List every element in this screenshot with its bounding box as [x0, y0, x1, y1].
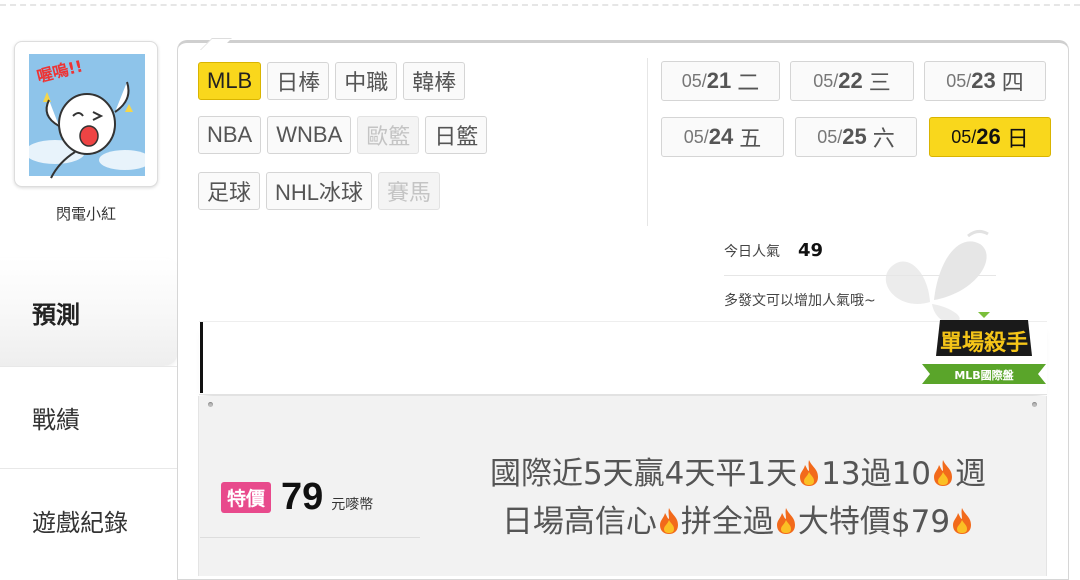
date-0522[interactable]: 05/22 三	[790, 61, 914, 101]
card-rivet	[208, 402, 213, 407]
price-value: 79	[281, 476, 324, 518]
fire-icon	[934, 460, 953, 486]
text-cursor	[200, 322, 203, 393]
date-0524[interactable]: 05/24 五	[661, 117, 784, 157]
date-weekday: 六	[872, 126, 895, 151]
panel-divider	[647, 58, 648, 226]
post-headline[interactable]: 國際近5天贏4天平1天 13過10 週 日場高信心 拼全過 大特價$79	[448, 450, 1028, 546]
league-cpbl[interactable]: 中職	[335, 62, 398, 100]
headline-text: 日場高信心	[501, 504, 657, 540]
league-kbo[interactable]: 韓棒	[403, 62, 466, 100]
date-month: 05/	[813, 70, 839, 91]
popularity-tip: 多發文可以增加人氣哦~	[724, 293, 876, 309]
league-mlb[interactable]: MLB	[198, 62, 262, 100]
date-weekday: 四	[1001, 70, 1024, 95]
price-tag: 特價 79 元嘜幣	[221, 476, 373, 519]
date-month: 05/	[951, 126, 977, 147]
date-month: 05/	[946, 70, 972, 91]
league-npb[interactable]: 日棒	[267, 62, 330, 100]
date-weekday: 五	[739, 126, 762, 151]
league-row-2: NBA WNBA 歐籃 日籃	[198, 116, 488, 154]
date-day: 23	[971, 68, 996, 93]
date-day: 22	[838, 68, 863, 93]
date-day: 25	[842, 124, 867, 149]
headline-line-2: 日場高信心 拼全過 大特價$79	[448, 498, 1028, 546]
top-dashed-divider	[0, 0, 1080, 6]
league-soccer[interactable]: 足球	[198, 172, 261, 210]
league-row-3: 足球 NHL冰球 賽馬	[198, 172, 441, 210]
date-weekday: 日	[1006, 126, 1029, 151]
user-avatar[interactable]: 喔嗚!!	[14, 41, 158, 187]
headline-text: 大特價$79	[797, 504, 951, 540]
popularity-label: 今日人氣	[724, 244, 780, 260]
popularity-divider	[724, 275, 996, 276]
league-nba[interactable]: NBA	[198, 116, 262, 154]
date-0521[interactable]: 05/21 二	[661, 61, 780, 101]
headline-text: 週	[955, 456, 987, 492]
tab-record-label: 戰績	[32, 406, 80, 434]
date-month: 05/	[681, 70, 707, 91]
price-currency: 元嘜幣	[331, 497, 374, 513]
fire-icon	[776, 508, 795, 534]
date-month: 05/	[683, 126, 709, 147]
date-weekday: 三	[868, 70, 891, 95]
date-0523[interactable]: 05/23 四	[924, 61, 1046, 101]
card-rivet	[1032, 402, 1037, 407]
butterfly-icon	[885, 229, 989, 322]
fire-icon	[659, 508, 678, 534]
popularity-value: 49	[798, 240, 824, 261]
headline-text: 國際近5天贏4天平1天	[489, 456, 798, 492]
price-divider	[200, 537, 420, 538]
league-horse-racing: 賽馬	[378, 172, 441, 210]
popularity-line: 今日人氣 49	[724, 240, 823, 261]
league-japan-basketball[interactable]: 日籃	[425, 116, 488, 154]
fire-icon	[800, 460, 819, 486]
date-0525[interactable]: 05/25 六	[795, 117, 917, 157]
tab-predictions[interactable]: 預測	[0, 258, 178, 366]
date-day: 26	[976, 124, 1001, 149]
sale-badge: 特價	[221, 482, 272, 513]
tab-game-history-label: 遊戲紀錄	[32, 508, 128, 537]
user-name: 閃電小紅	[55, 205, 116, 223]
date-0526-selected[interactable]: 05/26 日	[929, 117, 1051, 157]
headline-text: 拼全過	[680, 504, 774, 540]
headline-text: 13過10	[821, 456, 932, 492]
tab-predictions-label: 預測	[32, 300, 80, 329]
headline-line-1: 國際近5天贏4天平1天 13過10 週	[448, 450, 1028, 498]
killer-badge-icon: 單場殺手 MLB國際盤	[922, 312, 1046, 384]
league-euroleague: 歐籃	[357, 116, 420, 154]
date-day: 24	[708, 124, 734, 149]
badge-subtitle: MLB國際盤	[954, 368, 1014, 382]
tab-record[interactable]: 戰績	[0, 366, 178, 469]
badge-title: 單場殺手	[940, 330, 1028, 356]
league-row-1: MLB 日棒 中職 韓棒	[198, 62, 466, 100]
league-wnba[interactable]: WNBA	[267, 116, 352, 154]
date-weekday: 二	[737, 70, 760, 95]
date-day: 21	[706, 68, 732, 93]
league-nhl[interactable]: NHL冰球	[266, 172, 373, 210]
date-month: 05/	[817, 126, 843, 147]
tab-game-history[interactable]: 遊戲紀錄	[0, 470, 178, 570]
fire-icon	[953, 508, 972, 534]
